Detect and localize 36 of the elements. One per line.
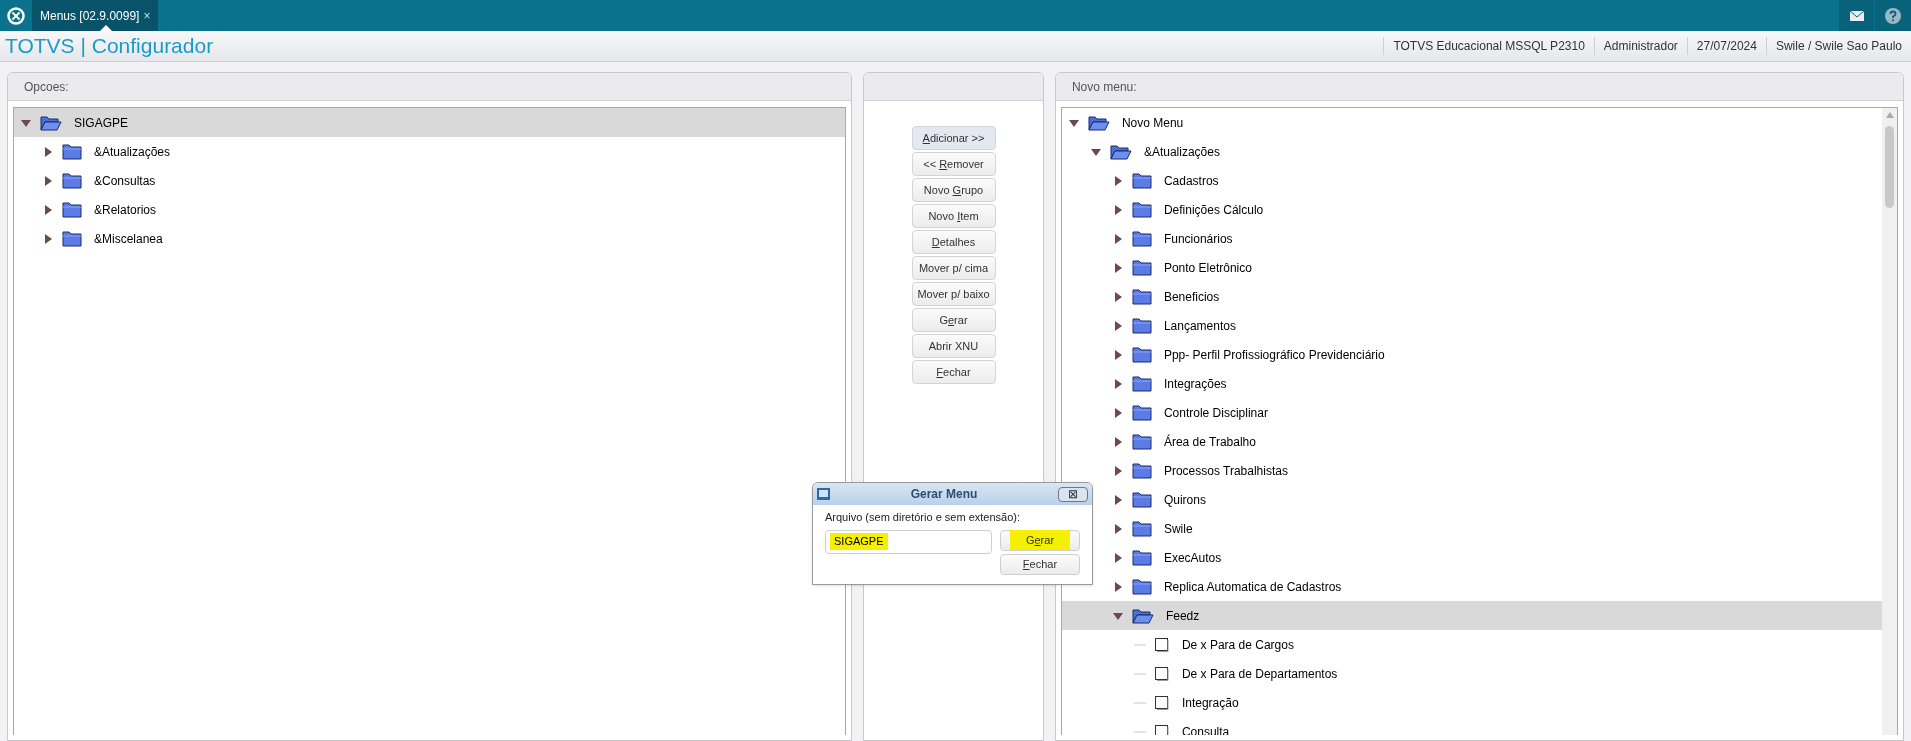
tree-label: Funcionários [1163, 230, 1233, 248]
tree-label: SIGAGPE [74, 114, 129, 132]
tree-label: &Atualizações [1143, 143, 1220, 161]
tree-label: Swile [1163, 520, 1193, 538]
panel-header: Opcoes: [8, 73, 852, 101]
tree-label: &Atualizações [94, 143, 171, 161]
dialog-prompt: Arquivo (sem diretório e sem extensão): [824, 510, 1022, 525]
tree-label: &Consultas [94, 172, 156, 190]
tree-label: Cadastros [1163, 172, 1219, 190]
header-info: Swile / Swile Sao Paulo [1765, 37, 1911, 55]
tree-label: Processos Trabalhistas [1163, 462, 1288, 480]
tree-label: Consulta [1181, 723, 1230, 735]
dialog-title: Gerar Menu [909, 486, 979, 503]
tree-label: Integrações [1163, 375, 1227, 393]
tree-label: Integração [1181, 694, 1239, 712]
tree-label: Área de Trabalho [1163, 433, 1256, 451]
tree-label: &Relatorios [94, 201, 157, 219]
tree-label: Ponto Eletrônico [1163, 259, 1252, 277]
tree-label: Definições Cálculo [1163, 201, 1264, 219]
tree-label: Quirons [1163, 491, 1206, 509]
header-info: TOTVS Educacional MSSQL P2310 [1383, 37, 1594, 55]
app-title: TOTVS | Configurador [4, 33, 214, 60]
tree-label: ExecAutos [1163, 549, 1222, 567]
tree-label: Feedz [1165, 607, 1200, 625]
tree-label: Controle Disciplinar [1163, 404, 1268, 422]
tree-label: Lançamentos [1163, 317, 1236, 335]
tree-label: De x Para de Cargos [1181, 636, 1294, 654]
tree-label: Beneficios [1163, 288, 1220, 306]
tree-label: Replica Automatica de Cadastros [1163, 578, 1342, 596]
tree-label: Novo Menu [1121, 114, 1184, 132]
header-info: Administrador [1593, 37, 1687, 55]
panel-header: Novo menu: [1055, 73, 1903, 101]
tree-label: Ppp- Perfil Profissiográfico Previdenciário [1163, 346, 1385, 364]
header-info: 27/07/2024 [1686, 37, 1766, 55]
tree-label: De x Para de Departamentos [1181, 665, 1338, 683]
tree-label: &Miscelanea [94, 230, 163, 248]
